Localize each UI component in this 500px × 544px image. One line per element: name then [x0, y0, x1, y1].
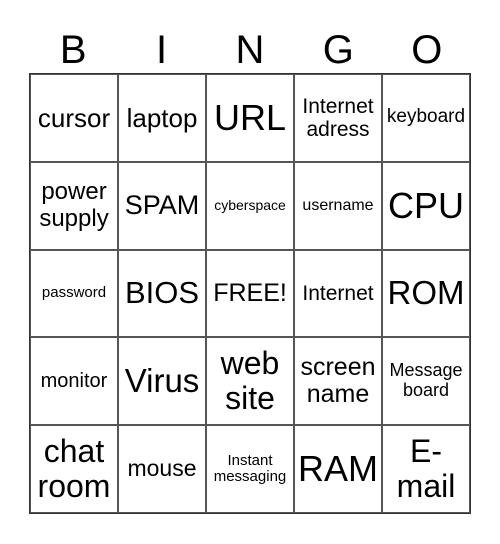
header-letter-o: O: [411, 28, 443, 72]
bingo-cell[interactable]: E-mail: [382, 425, 470, 513]
bingo-cell[interactable]: web site: [206, 337, 294, 426]
bingo-cell[interactable]: password: [30, 249, 118, 338]
bingo-cell[interactable]: CPU: [382, 161, 470, 250]
bingo-cell[interactable]: Internet: [294, 249, 382, 338]
header-letter-b: B: [59, 28, 87, 72]
bingo-cell[interactable]: Instant messaging: [206, 425, 294, 513]
bingo-cell[interactable]: power supply: [30, 161, 118, 250]
bingo-cell[interactable]: BIOS: [118, 249, 206, 338]
bingo-cell[interactable]: ROM: [382, 249, 470, 338]
bingo-cell[interactable]: Message board: [382, 337, 470, 426]
bingo-cell-free[interactable]: FREE!: [206, 249, 294, 338]
bingo-cell[interactable]: laptop: [118, 74, 206, 162]
bingo-cell[interactable]: mouse: [118, 425, 206, 513]
bingo-cell[interactable]: monitor: [30, 337, 118, 426]
header-letter-i: I: [156, 28, 168, 72]
bingo-grid: cursor laptop URL Internet adress keyboa…: [29, 73, 471, 514]
bingo-cell[interactable]: Internet adress: [294, 74, 382, 162]
bingo-cell[interactable]: keyboard: [382, 74, 470, 162]
header-letter-n: N: [235, 28, 265, 72]
bingo-header: B I N G O: [29, 26, 471, 74]
bingo-cell[interactable]: screen name: [294, 337, 382, 426]
bingo-cell[interactable]: chat room: [30, 425, 118, 513]
bingo-cell[interactable]: URL: [206, 74, 294, 162]
bingo-cell[interactable]: RAM: [294, 425, 382, 513]
header-letter-g: G: [322, 28, 354, 72]
bingo-cell[interactable]: cyberspace: [206, 161, 294, 250]
bingo-cell[interactable]: username: [294, 161, 382, 250]
bingo-cell[interactable]: cursor: [30, 74, 118, 162]
bingo-cell[interactable]: SPAM: [118, 161, 206, 250]
bingo-cell[interactable]: Virus: [118, 337, 206, 426]
